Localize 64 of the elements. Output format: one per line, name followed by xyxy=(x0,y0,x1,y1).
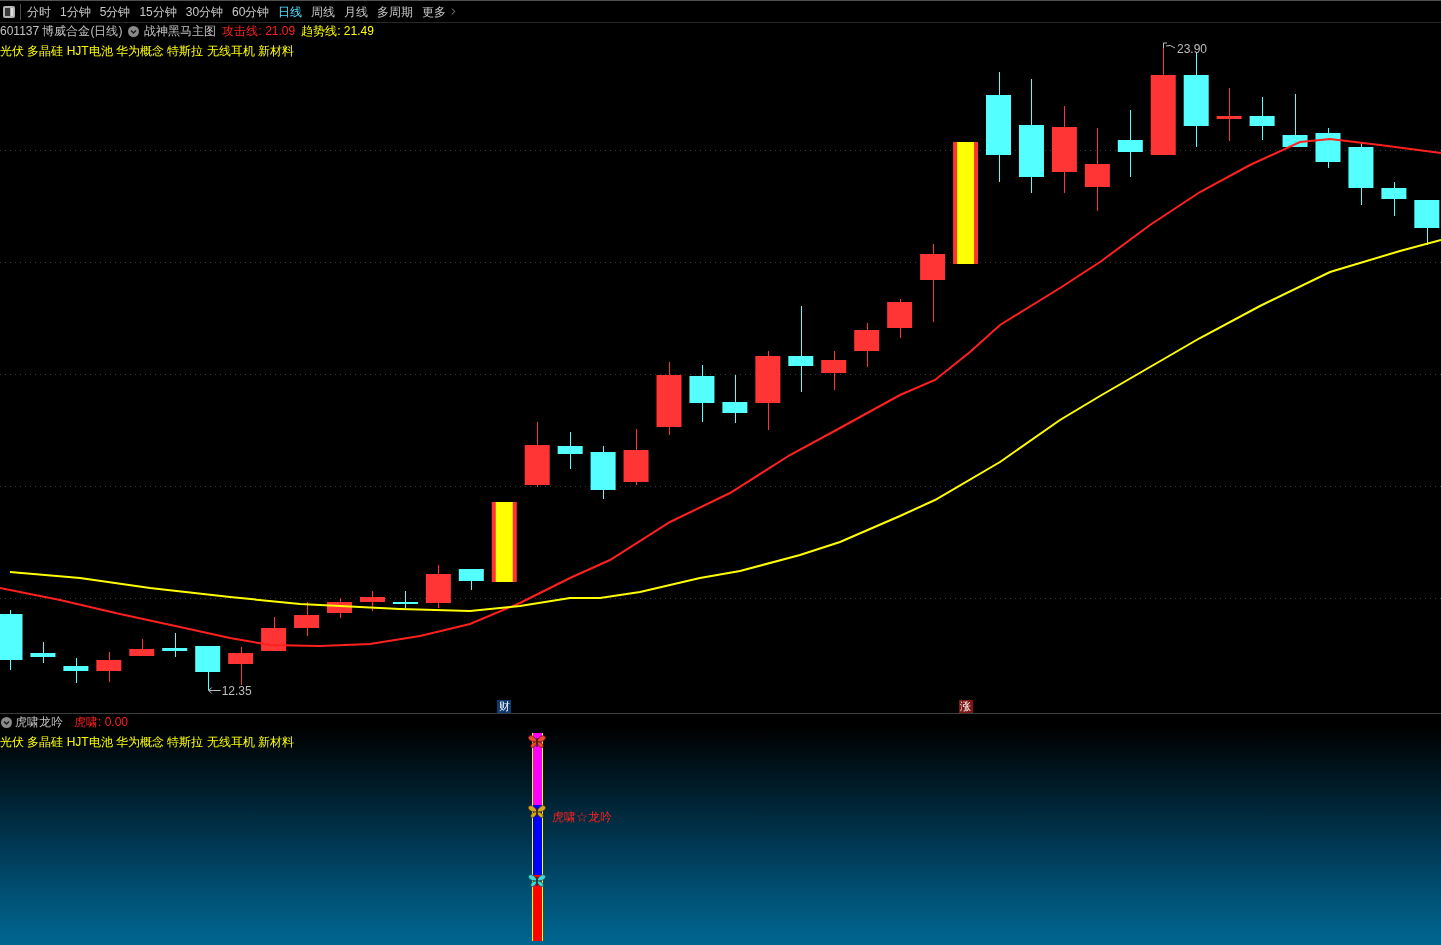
period-tab[interactable]: 日线 xyxy=(278,1,303,22)
period-tab[interactable]: 60分钟 xyxy=(232,1,270,22)
period-tab[interactable]: 月线 xyxy=(344,1,369,22)
indicator-name: 虎啸龙吟 xyxy=(15,714,63,730)
high-price-label: 23.90 xyxy=(1177,41,1208,56)
up-candle xyxy=(327,597,352,619)
up-candle xyxy=(623,428,649,486)
down-candle xyxy=(1381,181,1407,217)
dropdown-icon[interactable] xyxy=(128,26,140,37)
signal-marker-badge: 财 xyxy=(497,700,512,713)
down-candle xyxy=(195,646,221,691)
down-candle xyxy=(0,609,23,671)
down-candle xyxy=(458,569,484,591)
period-tab[interactable]: 分时 xyxy=(27,1,51,22)
period-tab[interactable]: 30分钟 xyxy=(185,1,224,22)
up-candle xyxy=(425,564,451,609)
low-price-label: 12.35 xyxy=(221,683,252,698)
down-candle xyxy=(1249,96,1275,141)
dropdown-icon[interactable] xyxy=(1,716,12,728)
up-candle xyxy=(821,350,847,391)
indicator-value: 攻击线: 21.09 xyxy=(222,23,296,40)
up-candle xyxy=(524,421,550,488)
more-button[interactable]: 更多 xyxy=(422,1,460,22)
concept-tags-text: 光伏 多晶硅 HJT电池 华为概念 特斯拉 无线耳机 新材料 xyxy=(0,43,294,60)
down-candle xyxy=(392,590,418,609)
down-candle xyxy=(590,445,616,500)
indicator-name: 战神黑马主图 xyxy=(144,23,217,40)
period-tab[interactable]: 5分钟 xyxy=(99,1,131,22)
down-candle xyxy=(1348,142,1374,206)
down-candle xyxy=(30,641,56,664)
panel-toggle-icon[interactable] xyxy=(3,5,15,18)
down-candle xyxy=(1117,109,1143,178)
period-tab[interactable]: 多周期 xyxy=(377,1,414,22)
indicator-value: 趋势线: 21.49 xyxy=(301,23,374,40)
up-candle xyxy=(129,638,155,656)
butterfly-icon xyxy=(528,874,546,888)
down-candle xyxy=(689,364,715,423)
up-candle xyxy=(294,601,320,637)
signal-marker-badge: 涨 xyxy=(958,700,973,713)
up-candle xyxy=(228,646,254,686)
concept-tags-text: 光伏 多晶硅 HJT电池 华为概念 特斯拉 无线耳机 新材料 xyxy=(0,734,294,750)
up-candle xyxy=(261,616,287,651)
hook-arrow-icon xyxy=(1163,42,1176,49)
up-candle xyxy=(1216,87,1242,142)
down-candle xyxy=(1315,127,1341,169)
up-candle xyxy=(887,298,913,339)
indicator-value: 虎啸: 0.00 xyxy=(74,714,129,730)
down-candle xyxy=(1282,93,1308,147)
down-candle xyxy=(162,632,188,658)
down-candle xyxy=(63,657,89,684)
down-candle xyxy=(1414,200,1440,246)
up-candle xyxy=(96,651,122,683)
down-candle xyxy=(722,374,748,424)
down-candle xyxy=(557,431,583,470)
butterfly-icon xyxy=(528,735,546,749)
period-tab[interactable]: 1分钟 xyxy=(60,1,91,22)
period-tab[interactable]: 15分钟 xyxy=(139,1,177,22)
up-candle xyxy=(854,322,880,368)
left-arrow-icon xyxy=(208,687,222,694)
period-tab[interactable]: 周线 xyxy=(311,1,336,22)
stock-title: 601137 博威合金(日线) xyxy=(0,23,123,40)
butterfly-icon xyxy=(528,805,546,819)
signal-label: 虎啸☆龙吟 xyxy=(552,809,612,825)
up-candle xyxy=(359,590,385,612)
